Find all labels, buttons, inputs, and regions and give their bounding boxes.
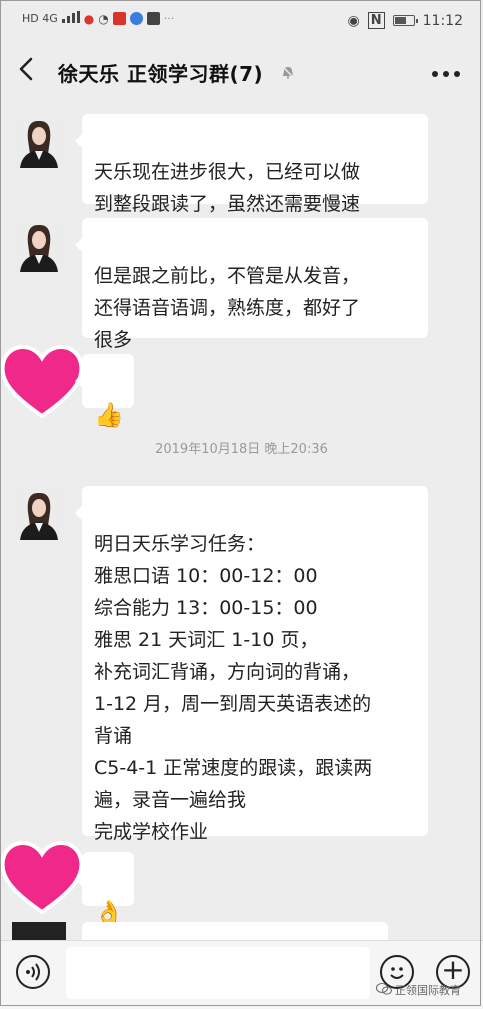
signal-icon (61, 11, 80, 26)
more-notifications-icon: ··· (163, 12, 175, 25)
wifi-icon: ◔ (98, 11, 109, 26)
emoji-message-bubble[interactable]: 👌 (75, 852, 134, 927)
message-bubble[interactable]: 但是跟之前比，不管是从发音， 还得语音语调，熟练度，都好了 很多 (75, 218, 428, 351)
message-bubble[interactable]: 天乐现在进步很大，已经可以做 到整段跟读了，虽然还需要慢速 (75, 114, 428, 215)
message-text: 天乐现在进步很大，已经可以做 到整段跟读了，虽然还需要慢速 (94, 161, 361, 215)
avatar-photo-icon (12, 114, 66, 168)
chat-timestamp: 2019年10月18日 晚上20:36 (155, 442, 328, 457)
status-right: ◉ N 11:12 (348, 12, 463, 29)
more-dots-icon (432, 71, 460, 77)
eye-icon: ◉ (347, 12, 360, 29)
chat-title[interactable]: 徐天乐 正领学习群(7) (58, 58, 263, 87)
voice-wave-icon (26, 963, 40, 981)
wechat-logo-icon (376, 982, 392, 998)
sender-avatar[interactable] (12, 922, 66, 940)
message-input[interactable] (66, 947, 370, 999)
back-button[interactable] (18, 56, 34, 88)
avatar-photo-icon (12, 218, 66, 272)
mute-bell-icon (280, 64, 296, 80)
sender-avatar[interactable] (12, 114, 66, 168)
message-notification-icon (146, 12, 160, 25)
more-options-button[interactable] (431, 60, 461, 80)
chat-header: 徐天乐 正领学习群(7) (0, 44, 483, 102)
clock: 11:12 (422, 12, 463, 29)
app-notification-icon (112, 12, 126, 25)
input-bar: + (0, 940, 483, 1009)
message-bubble-partial[interactable] (75, 922, 388, 956)
back-arrow-icon (19, 57, 33, 81)
message-text: 明日天乐学习任务： 雅思口语 10：00-12：00 综合能力 13：00-15… (94, 533, 373, 843)
heart-sticker-icon (0, 841, 84, 914)
chat-notification-icon (129, 12, 143, 25)
nfc-icon: N (367, 12, 385, 29)
message-text: 但是跟之前比，不管是从发音， 还得语音语调，熟练度，都好了 很多 (94, 265, 361, 351)
battery-icon (392, 15, 418, 26)
status-bar: HD 4G ● ◔ ··· ◉ N 11:12 (0, 0, 483, 44)
emoji-message-bubble[interactable]: 👍 (75, 354, 134, 429)
status-left: HD 4G ● ◔ ··· (22, 11, 174, 26)
watermark-text: 正领国际教育 (395, 984, 461, 997)
thumbs-up-icon: 👍 (94, 401, 124, 429)
message-bubble[interactable]: 明日天乐学习任务： 雅思口语 10：00-12：00 综合能力 13：00-15… (75, 486, 428, 843)
watermark: 正领国际教育 (376, 982, 461, 998)
network-label: HD 4G (22, 12, 58, 25)
sender-avatar[interactable] (12, 218, 66, 272)
avatar-photo-icon (12, 486, 66, 540)
location-icon: ● (83, 11, 95, 26)
voice-button[interactable] (16, 955, 50, 989)
heart-sticker-icon (0, 345, 84, 418)
sender-avatar[interactable] (12, 486, 66, 540)
